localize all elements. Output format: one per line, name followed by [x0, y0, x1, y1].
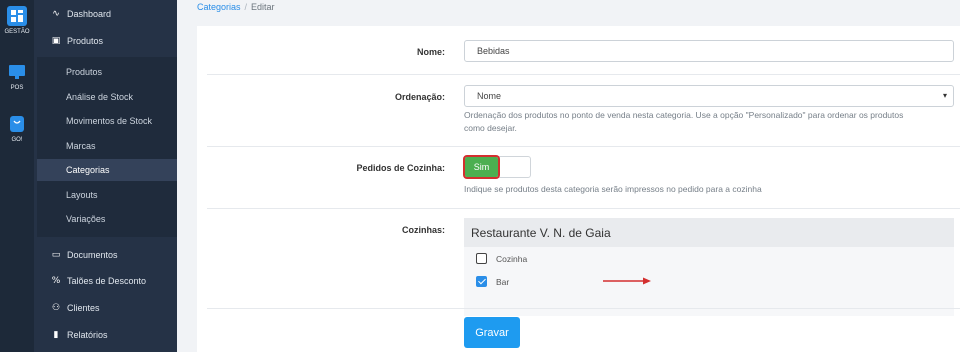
sidebar-item-label: Relatórios — [67, 330, 108, 340]
breadcrumb: Categorias / Editar — [197, 2, 275, 12]
breadcrumb-link-categorias[interactable]: Categorias — [197, 2, 241, 12]
sidebar-item-label: Produtos — [67, 36, 104, 46]
checkbox-cozinha[interactable] — [476, 253, 487, 264]
sidebar-item-clientes[interactable]: ⚇ Clientes — [34, 297, 177, 319]
option-label: Bar — [496, 276, 510, 287]
sidebar-sub-movimentos-stock[interactable]: Movimentos de Stock — [37, 110, 177, 132]
sidebar-item-label: Clientes — [67, 303, 100, 313]
option-label: Cozinha — [496, 253, 528, 264]
sidebar-item-produtos[interactable]: ▣ Produtos — [34, 30, 177, 52]
rail-item-pos[interactable]: POS — [0, 62, 34, 91]
cozinhas-label: Cozinhas: — [401, 225, 445, 235]
breadcrumb-separator: / — [244, 2, 248, 12]
sidebar: ∿ Dashboard ▣ Produtos Produtos Análise … — [34, 0, 177, 352]
breadcrumb-current: Editar — [251, 2, 275, 12]
sidebar-item-documentos[interactable]: ▭ Documentos — [34, 244, 177, 266]
monitor-icon — [7, 62, 27, 82]
kitchen-group-title: Restaurante V. N. de Gaia — [464, 218, 954, 247]
ordenacao-help-line2: como desejar. — [464, 123, 517, 133]
sidebar-item-dashboard[interactable]: ∿ Dashboard — [34, 3, 177, 25]
rail-label-go: GO! — [11, 137, 23, 143]
divider — [207, 146, 960, 147]
rail-item-gestao[interactable]: GESTÃO — [0, 6, 34, 35]
sidebar-item-taloes[interactable]: % Talões de Desconto — [34, 270, 177, 292]
sidebar-item-label: Dashboard — [67, 9, 112, 19]
percent-icon: % — [51, 276, 61, 286]
bar-chart-icon: ▮ — [53, 330, 59, 340]
chevron-down-icon: ▾ — [942, 91, 947, 100]
activity-icon: ∿ — [52, 9, 60, 19]
box-icon: ▣ — [51, 36, 61, 46]
app-rail: GESTÃO POS GO! — [0, 0, 34, 352]
kitchen-option-bar[interactable]: Bar — [476, 276, 509, 287]
users-icon: ⚇ — [51, 303, 61, 313]
sidebar-item-label: Talões de Desconto — [67, 276, 147, 286]
ordenacao-help: Ordenação dos produtos no ponto de venda… — [464, 109, 954, 135]
sidebar-item-label: Documentos — [67, 250, 118, 260]
main-content: Categorias / Editar Nome: Bebidas Ordenaçã… — [177, 0, 960, 352]
nome-input[interactable]: Bebidas — [464, 40, 954, 62]
sidebar-item-relatorios[interactable]: ▮ Relatórios — [34, 324, 177, 346]
annotation-arrow-icon — [603, 277, 651, 285]
rail-label-gestao: GESTÃO — [4, 29, 30, 35]
edit-form-card: Nome: Bebidas Ordenação: Nome ▾ Ordenaçã… — [197, 26, 960, 352]
pedidos-cozinha-toggle[interactable]: Sim — [463, 155, 531, 179]
sidebar-sub-categorias[interactable]: Categorias — [37, 159, 177, 181]
rail-label-pos: POS — [10, 85, 24, 91]
sidebar-sub-marcas[interactable]: Marcas — [37, 135, 177, 157]
pedidos-label: Pedidos de Cozinha: — [356, 163, 445, 173]
divider — [207, 208, 960, 209]
ordenacao-help-line1: Ordenação dos produtos no ponto de venda… — [464, 110, 904, 120]
kitchens-group: Restaurante V. N. de Gaia Cozinha Bar — [464, 218, 954, 316]
folder-icon: ▭ — [51, 250, 61, 260]
pedidos-help: Indique se produtos desta categoria serã… — [464, 184, 762, 194]
nome-label: Nome: — [416, 47, 445, 57]
kitchen-option-cozinha[interactable]: Cozinha — [476, 253, 527, 264]
sidebar-sub-variacoes[interactable]: Variações — [37, 208, 177, 230]
checkbox-bar[interactable] — [476, 276, 487, 287]
dashboard-grid-icon — [7, 6, 27, 26]
rail-item-go[interactable]: GO! — [0, 114, 34, 143]
ordenacao-select[interactable]: Nome ▾ — [464, 85, 954, 107]
sidebar-sub-layouts[interactable]: Layouts — [37, 184, 177, 206]
sidebar-sub-produtos[interactable]: Produtos — [37, 61, 177, 83]
save-button[interactable]: Gravar — [464, 317, 520, 348]
shopping-bag-icon — [7, 114, 27, 134]
ordenacao-label: Ordenação: — [394, 92, 445, 102]
toggle-on-state: Sim — [463, 155, 500, 179]
divider — [207, 74, 960, 75]
divider — [207, 308, 960, 309]
ordenacao-selected-value: Nome — [477, 91, 502, 101]
sidebar-sub-analise-stock[interactable]: Análise de Stock — [37, 86, 177, 108]
